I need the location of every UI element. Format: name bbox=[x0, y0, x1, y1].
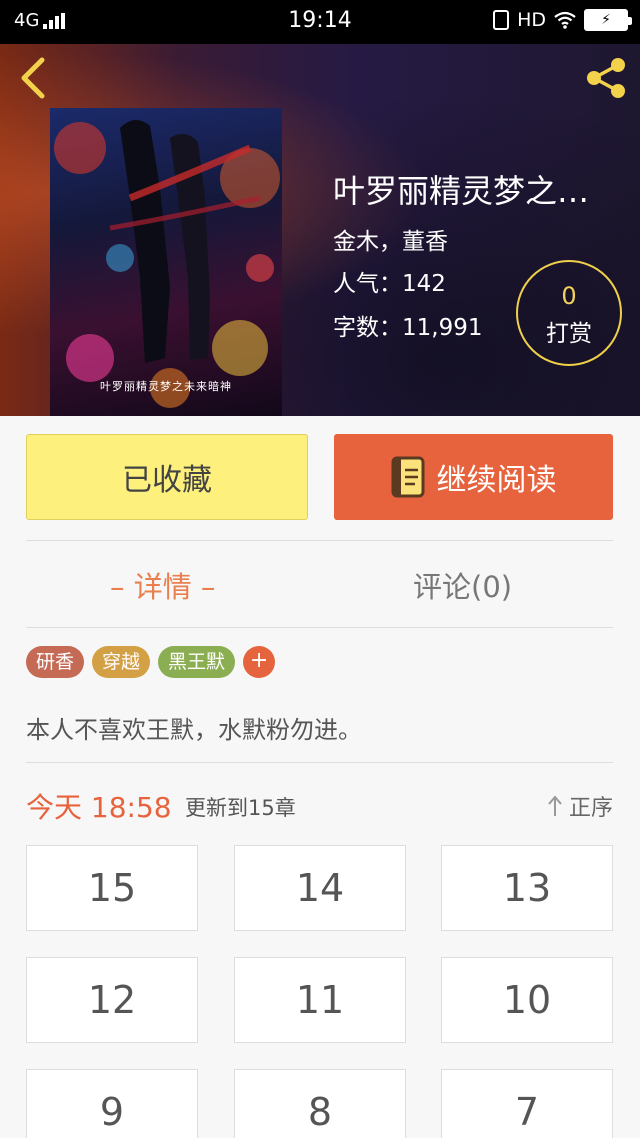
chapter-button[interactable]: 13 bbox=[441, 845, 613, 931]
book-description: 本人不喜欢王默，水默粉勿进。 bbox=[26, 716, 362, 744]
tag-list: 研香 穿越 黑王默 + bbox=[26, 646, 276, 678]
divider bbox=[26, 627, 613, 628]
update-info: 更新到15章 bbox=[185, 796, 296, 820]
popularity-value: 142 bbox=[402, 271, 446, 297]
chapter-button[interactable]: 10 bbox=[441, 957, 613, 1043]
cover-illustration bbox=[54, 119, 280, 408]
wordcount-label: 字数： bbox=[333, 315, 402, 341]
book-authors: 金木，董香 bbox=[333, 229, 448, 255]
continue-reading-button[interactable]: 继续阅读 bbox=[334, 434, 613, 520]
cover-caption: 叶罗丽精灵梦之未来暗神 bbox=[100, 380, 232, 393]
favorite-label: 已收藏 bbox=[122, 463, 212, 498]
book-cover[interactable]: 叶罗丽精灵梦之未来暗神 bbox=[50, 108, 282, 416]
chapter-button[interactable]: 11 bbox=[234, 957, 406, 1043]
chapter-button[interactable]: 12 bbox=[26, 957, 198, 1043]
tag-item[interactable]: 黑王默 bbox=[158, 646, 236, 678]
chapter-button[interactable]: 7 bbox=[441, 1069, 613, 1138]
popularity-stat: 人气：142 bbox=[333, 264, 446, 298]
favorite-button[interactable]: 已收藏 bbox=[26, 434, 308, 520]
tip-count: 0 bbox=[561, 282, 577, 310]
tip-label: 打赏 bbox=[546, 321, 592, 347]
add-tag-button[interactable]: + bbox=[243, 646, 276, 678]
wifi-icon bbox=[554, 11, 576, 29]
status-icons: HD ⚡ bbox=[493, 9, 632, 31]
chapter-button[interactable]: 9 bbox=[26, 1069, 198, 1138]
status-bar: 4G 19:14 HD ⚡ bbox=[0, 0, 640, 44]
chapter-button[interactable]: 8 bbox=[234, 1069, 406, 1138]
battery-icon: ⚡ bbox=[584, 9, 632, 31]
popularity-label: 人气： bbox=[333, 271, 402, 297]
back-icon[interactable] bbox=[14, 56, 54, 100]
chapter-button[interactable]: 15 bbox=[26, 845, 198, 931]
share-icon[interactable] bbox=[582, 54, 630, 102]
divider bbox=[26, 540, 613, 541]
wordcount-stat: 字数：11,991 bbox=[333, 308, 482, 342]
sort-label: 正序 bbox=[568, 796, 613, 821]
divider bbox=[26, 762, 613, 763]
hd-indicator: HD bbox=[517, 9, 546, 31]
arrow-up-icon bbox=[548, 795, 562, 816]
sort-button[interactable]: 正序 bbox=[547, 790, 613, 822]
book-icon bbox=[391, 456, 424, 498]
vibrate-icon bbox=[493, 10, 510, 30]
tip-button[interactable]: 0 打赏 bbox=[516, 260, 622, 366]
wordcount-value: 11,991 bbox=[402, 315, 483, 341]
tab-comments[interactable]: 评论(0) bbox=[413, 564, 512, 606]
update-time: 今天 18:58 bbox=[26, 791, 172, 824]
tag-item[interactable]: 穿越 bbox=[92, 646, 151, 678]
book-header: 叶罗丽精灵梦之未来暗神 叶罗丽精灵梦之… 金木，董香 人气：142 字数：11,… bbox=[0, 44, 640, 416]
tag-item[interactable]: 研香 bbox=[26, 646, 85, 678]
book-title: 叶罗丽精灵梦之… bbox=[333, 172, 590, 210]
chapter-button[interactable]: 14 bbox=[234, 845, 406, 931]
continue-reading-label: 继续阅读 bbox=[436, 463, 557, 498]
tab-details[interactable]: – 详情 – bbox=[110, 564, 215, 606]
